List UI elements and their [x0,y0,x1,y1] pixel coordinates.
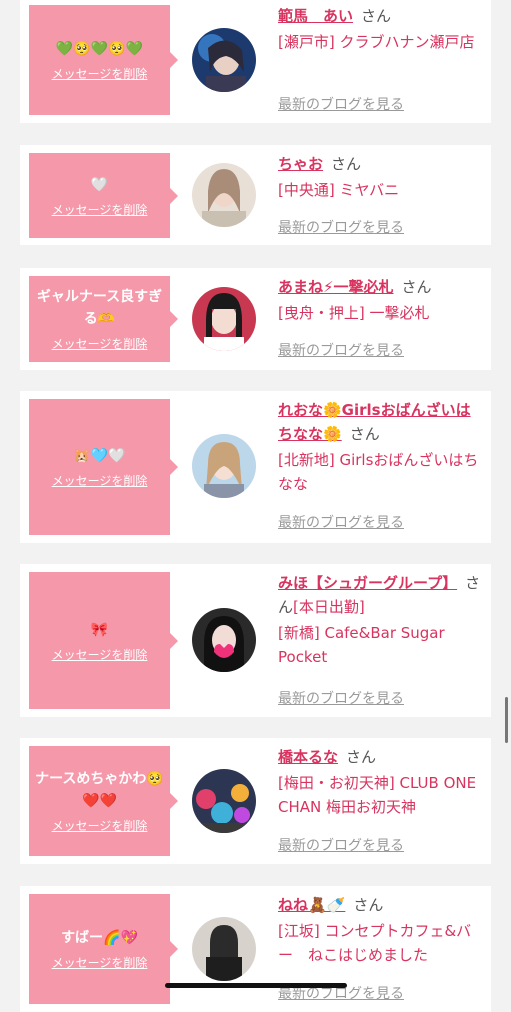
girl-card: 💚🥺💚🥺💚 メッセージを削除 範馬 あい さん [瀬戸市] クラブハナン瀬戸店 最… [20,0,491,123]
delete-message-link[interactable]: メッセージを削除 [52,472,148,489]
girl-name-link[interactable]: ちゃお [278,155,323,173]
name-line: 橋本るな さん [278,745,483,769]
girl-name-link[interactable]: ねね🧸🍼 [278,896,345,914]
shop-text[interactable]: [瀬戸市] クラブハナン瀬戸店 [278,30,483,54]
girl-name-link[interactable]: みほ【シュガーグループ】 [278,574,457,592]
message-text: 💚🥺💚🥺💚 [55,41,144,57]
avatar[interactable] [192,917,256,981]
shop-text[interactable]: [新橋] Cafe&Bar Sugar Pocket [278,621,483,669]
message-text: 🐹🩵🤍 [73,448,126,464]
girl-card: 🐹🩵🤍 メッセージを削除 れおな🌼Girlsおばんざいはちなな🌼 さん [北新地]… [20,391,491,543]
girl-name-link[interactable]: 橋本るな [278,748,338,766]
girl-card: 🤍 メッセージを削除 ちゃお さん [中央通] ミヤバニ 最新のブログを見る [20,145,491,245]
info: れおな🌼Girlsおばんざいはちなな🌼 さん [北新地] Girlsおばんざいはち… [278,398,483,496]
latest-blog-link[interactable]: 最新のブログを見る [278,217,404,237]
name-line: ねね🧸🍼 さん [278,893,483,917]
shop-text[interactable]: [梅田・お初天神] CLUB ONE CHAN 梅田お初天神 [278,771,483,819]
shop-text[interactable]: [北新地] Girlsおばんざいはちなな [278,448,483,496]
shop-text[interactable]: [中央通] ミヤバニ [278,178,483,202]
delete-message-link[interactable]: メッセージを削除 [52,954,148,971]
message-bubble: 🎀 メッセージを削除 [29,572,178,709]
honorific: さん [353,896,384,914]
message-bubble: 🤍 メッセージを削除 [29,153,178,238]
delete-message-link[interactable]: メッセージを削除 [52,646,148,663]
honorific: さん [401,278,432,296]
home-indicator[interactable] [165,983,347,988]
message-bubble: すばー🌈💖 メッセージを削除 [29,894,178,1004]
honorific: さん [331,155,362,173]
girl-card: ナースめちゃかわ🥺❤️❤️ メッセージを削除 橋本るな さん [梅田・お初天神] … [20,738,491,864]
avatar[interactable] [192,28,256,92]
scrollbar[interactable] [505,697,508,743]
delete-message-link[interactable]: メッセージを削除 [52,65,148,82]
delete-message-link[interactable]: メッセージを削除 [52,335,148,352]
message-bubble: ギャルナース良すぎる🫶 メッセージを削除 [29,276,178,362]
avatar[interactable] [192,434,256,498]
message-bubble: ナースめちゃかわ🥺❤️❤️ メッセージを削除 [29,746,178,856]
name-line: あまね⚡一撃必札 さん [278,275,483,299]
girl-card: 🎀 メッセージを削除 みほ【シュガーグループ】 さん[本日出勤] [新橋] Caf… [20,564,491,717]
message-bubble: 🐹🩵🤍 メッセージを削除 [29,399,178,535]
info: ちゃお さん [中央通] ミヤバニ [278,152,483,202]
info: 範馬 あい さん [瀬戸市] クラブハナン瀬戸店 [278,4,483,54]
honorific: さん [349,425,380,443]
latest-blog-link[interactable]: 最新のブログを見る [278,94,404,114]
message-text: 🤍 [90,176,109,193]
shop-text[interactable]: [曳舟・押上] 一撃必札 [278,301,483,325]
girl-card: ギャルナース良すぎる🫶 メッセージを削除 あまね⚡一撃必札 さん [曳舟・押上] … [20,268,491,370]
message-text: ギャルナース良すぎる🫶 [36,289,163,327]
shop-prefix: [本日出勤] [293,598,365,616]
latest-blog-link[interactable]: 最新のブログを見る [278,688,404,708]
message-text: ナースめちゃかわ🥺❤️❤️ [35,771,164,809]
girl-card: すばー🌈💖 メッセージを削除 ねね🧸🍼 さん [江坂] コンセプトカフェ&バー ね… [20,886,491,1012]
delete-message-link[interactable]: メッセージを削除 [52,201,148,218]
shop-text[interactable]: [江坂] コンセプトカフェ&バー ねこはじめました [278,919,483,967]
name-line: ちゃお さん [278,152,483,176]
message-text: すばー🌈💖 [61,930,138,946]
message-text: 🎀 [90,621,109,638]
delete-message-link[interactable]: メッセージを削除 [52,817,148,834]
info: 橋本るな さん [梅田・お初天神] CLUB ONE CHAN 梅田お初天神 [278,745,483,819]
girl-name-link[interactable]: 範馬 あい [278,7,353,25]
info: みほ【シュガーグループ】 さん[本日出勤] [新橋] Cafe&Bar Sugar… [278,571,483,669]
message-bubble: 💚🥺💚🥺💚 メッセージを削除 [29,5,178,115]
avatar[interactable] [192,769,256,833]
latest-blog-link[interactable]: 最新のブログを見る [278,512,404,532]
info: あまね⚡一撃必札 さん [曳舟・押上] 一撃必札 [278,275,483,325]
latest-blog-link[interactable]: 最新のブログを見る [278,835,404,855]
name-line: みほ【シュガーグループ】 さん[本日出勤] [278,571,483,619]
info: ねね🧸🍼 さん [江坂] コンセプトカフェ&バー ねこはじめました [278,893,483,967]
girl-name-link[interactable]: あまね⚡一撃必札 [278,278,394,296]
honorific: さん [346,748,377,766]
avatar[interactable] [192,287,256,351]
avatar[interactable] [192,163,256,227]
honorific: さん [361,7,392,25]
latest-blog-link[interactable]: 最新のブログを見る [278,340,404,360]
avatar[interactable] [192,608,256,672]
name-line: 範馬 あい さん [278,4,483,28]
name-line: れおな🌼Girlsおばんざいはちなな🌼 さん [278,398,483,446]
